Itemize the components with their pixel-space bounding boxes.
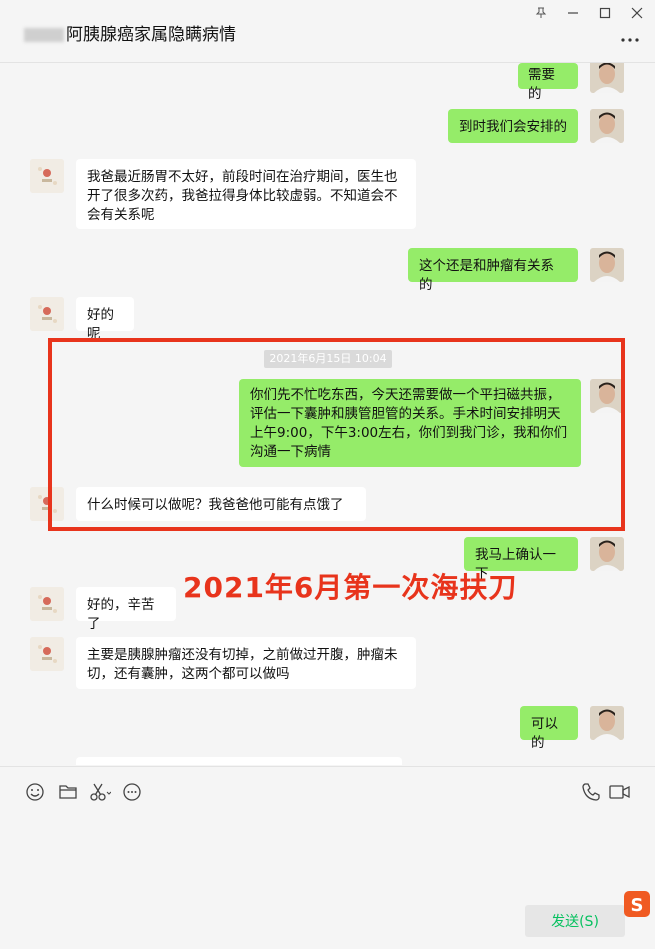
chat-title: 阿胰腺癌家属隐瞒病情 [24,20,236,45]
composer: 发送(S) S [0,766,655,949]
minimize-icon[interactable] [563,4,583,22]
message-bubble: 主要是胰腺肿瘤还没有切掉，之前做过开腹，肿瘤未切，还有囊肿，这两个都可以做吗 [76,637,416,689]
highlight-box [48,338,625,531]
svg-text:S: S [631,895,644,916]
emoji-icon[interactable] [24,781,46,803]
avatar-patient-family[interactable] [30,587,64,621]
avatar-doctor[interactable] [590,109,624,143]
message-bubble-partial [76,757,402,765]
folder-icon[interactable] [57,781,79,803]
avatar-doctor[interactable] [590,63,624,93]
message-bubble: 好的，辛苦了 [76,587,176,632]
message-bubble: 到时我们会安排的 [448,109,578,143]
chat-bubble-icon[interactable] [121,781,143,803]
avatar-patient-family[interactable] [30,159,64,193]
send-button[interactable]: 发送(S) [525,905,625,937]
redacted-name [24,28,64,42]
message-bubble: 好的呢 [76,297,134,342]
maximize-icon[interactable] [595,4,615,22]
video-call-icon[interactable] [609,781,631,803]
title-bar: 阿胰腺癌家属隐瞒病情 [0,0,655,63]
overlay-annotation: 2021年6月第一次海扶刀 [183,571,518,604]
screenshot-scissors-icon[interactable] [89,781,111,803]
ime-logo-icon: S [622,889,652,919]
voice-call-icon[interactable] [580,781,602,803]
more-options-icon[interactable] [621,28,639,47]
close-icon[interactable] [627,4,647,22]
chat-area[interactable]: 需要的 到时我们会安排的 我爸最近肠胃不太好，前段时间在治疗期间，医生也开了很多… [0,63,655,765]
message-bubble: 可以的 [520,706,578,751]
avatar-patient-family[interactable] [30,637,64,671]
message-bubble: 我爸最近肠胃不太好，前段时间在治疗期间，医生也开了很多次药，我爸拉得身体比较虚弱… [76,159,416,229]
avatar-patient-family[interactable] [30,297,64,331]
message-bubble: 需要的 [518,63,578,102]
pin-icon[interactable] [531,4,551,22]
avatar-doctor[interactable] [590,248,624,282]
message-bubble: 这个还是和肿瘤有关系的 [408,248,578,293]
avatar-doctor[interactable] [590,537,624,571]
avatar-doctor[interactable] [590,706,624,740]
